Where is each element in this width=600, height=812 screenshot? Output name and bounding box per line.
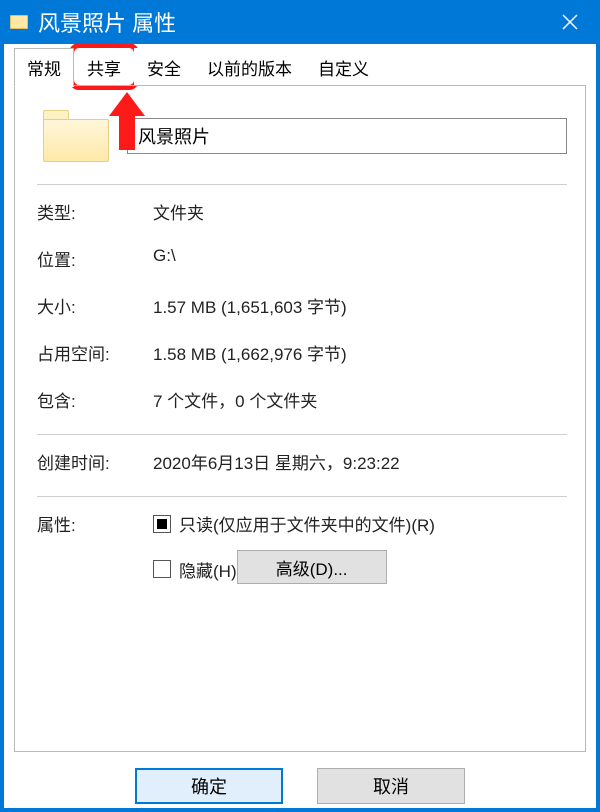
readonly-row: 只读(仅应用于文件夹中的文件)(R) xyxy=(153,511,567,536)
tab-label: 以前的版本 xyxy=(207,60,292,79)
close-button[interactable] xyxy=(540,0,600,44)
row-size-on-disk: 占用空间: 1.58 MB (1,662,976 字节) xyxy=(37,340,567,365)
label-size: 大小: xyxy=(37,293,153,318)
tab-label: 共享 xyxy=(87,60,121,79)
separator xyxy=(37,496,567,497)
separator xyxy=(37,184,567,185)
label-created: 创建时间: xyxy=(37,449,153,474)
row-created: 创建时间: 2020年6月13日 星期六，9:23:22 xyxy=(37,449,567,474)
tab-previous-versions[interactable]: 以前的版本 xyxy=(194,48,305,86)
titlebar[interactable]: 风景照片 属性 xyxy=(0,0,600,44)
readonly-label: 只读(仅应用于文件夹中的文件)(R) xyxy=(179,511,435,536)
tab-label: 常规 xyxy=(27,60,61,79)
folder-icon xyxy=(10,15,28,29)
folder-name-input[interactable] xyxy=(127,118,567,154)
dialog-footer: 确定 取消 xyxy=(4,768,596,804)
row-contains: 包含: 7 个文件，0 个文件夹 xyxy=(37,387,567,412)
close-icon xyxy=(562,14,578,30)
tab-custom[interactable]: 自定义 xyxy=(305,48,382,86)
row-attributes: 属性: 只读(仅应用于文件夹中的文件)(R) 隐藏(H) 高级(D)... xyxy=(37,511,567,602)
window-title: 风景照片 属性 xyxy=(38,6,176,38)
row-size: 大小: 1.57 MB (1,651,603 字节) xyxy=(37,293,567,318)
advanced-button[interactable]: 高级(D)... xyxy=(237,550,387,584)
label-type: 类型: xyxy=(37,199,153,224)
value-location: G:\ xyxy=(153,246,567,271)
hidden-label: 隐藏(H) xyxy=(179,557,237,582)
tab-share[interactable]: 共享 xyxy=(74,48,134,86)
label-sizeondisk: 占用空间: xyxy=(37,340,153,365)
tab-label: 安全 xyxy=(147,60,181,79)
readonly-checkbox[interactable] xyxy=(153,515,171,533)
label-attributes: 属性: xyxy=(37,511,153,602)
tab-general[interactable]: 常规 xyxy=(14,48,74,87)
value-size: 1.57 MB (1,651,603 字节) xyxy=(153,293,567,318)
header-row xyxy=(37,110,567,162)
value-sizeondisk: 1.58 MB (1,662,976 字节) xyxy=(153,340,567,365)
hidden-checkbox[interactable] xyxy=(153,560,171,578)
value-created: 2020年6月13日 星期六，9:23:22 xyxy=(153,449,567,474)
tab-label: 自定义 xyxy=(318,60,369,79)
dialog-frame: 常规 共享 安全 以前的版本 自定义 类型: 文件夹 位置: G:\ xyxy=(0,44,600,812)
ok-button[interactable]: 确定 xyxy=(135,768,283,804)
folder-large-icon xyxy=(43,110,109,162)
label-contains: 包含: xyxy=(37,387,153,412)
hidden-row: 隐藏(H) 高级(D)... xyxy=(153,554,567,584)
row-type: 类型: 文件夹 xyxy=(37,199,567,224)
value-type: 文件夹 xyxy=(153,199,567,224)
cancel-button[interactable]: 取消 xyxy=(317,768,465,804)
value-contains: 7 个文件，0 个文件夹 xyxy=(153,387,567,412)
separator xyxy=(37,434,567,435)
tab-panel-general: 类型: 文件夹 位置: G:\ 大小: 1.57 MB (1,651,603 字… xyxy=(14,86,586,752)
row-location: 位置: G:\ xyxy=(37,246,567,271)
label-location: 位置: xyxy=(37,246,153,271)
tab-strip: 常规 共享 安全 以前的版本 自定义 xyxy=(8,48,592,86)
tab-security[interactable]: 安全 xyxy=(134,48,194,86)
tab-underline xyxy=(14,85,586,86)
